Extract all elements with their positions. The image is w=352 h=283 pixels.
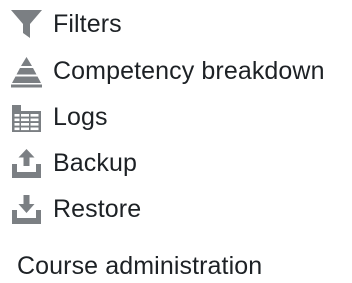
triangle-levels-icon bbox=[10, 55, 43, 88]
course-administration-link[interactable]: Course administration bbox=[17, 251, 262, 281]
menu-item-competency-breakdown[interactable]: Competency breakdown bbox=[10, 53, 325, 89]
funnel-icon bbox=[10, 8, 43, 41]
admin-menu: Filters Competency breakdown Logs Backup… bbox=[0, 0, 352, 283]
menu-item-backup[interactable]: Backup bbox=[10, 145, 137, 181]
menu-item-label: Backup bbox=[53, 149, 137, 177]
upload-tray-icon bbox=[10, 147, 43, 180]
menu-item-filters[interactable]: Filters bbox=[10, 6, 122, 42]
menu-item-label: Filters bbox=[53, 10, 122, 38]
menu-item-restore[interactable]: Restore bbox=[10, 191, 141, 227]
menu-item-logs[interactable]: Logs bbox=[10, 99, 108, 135]
menu-item-label: Restore bbox=[53, 195, 142, 223]
log-table-icon bbox=[10, 101, 43, 134]
download-tray-icon bbox=[10, 193, 43, 226]
menu-item-label: Logs bbox=[53, 103, 108, 131]
menu-item-label: Competency breakdown bbox=[53, 57, 325, 85]
